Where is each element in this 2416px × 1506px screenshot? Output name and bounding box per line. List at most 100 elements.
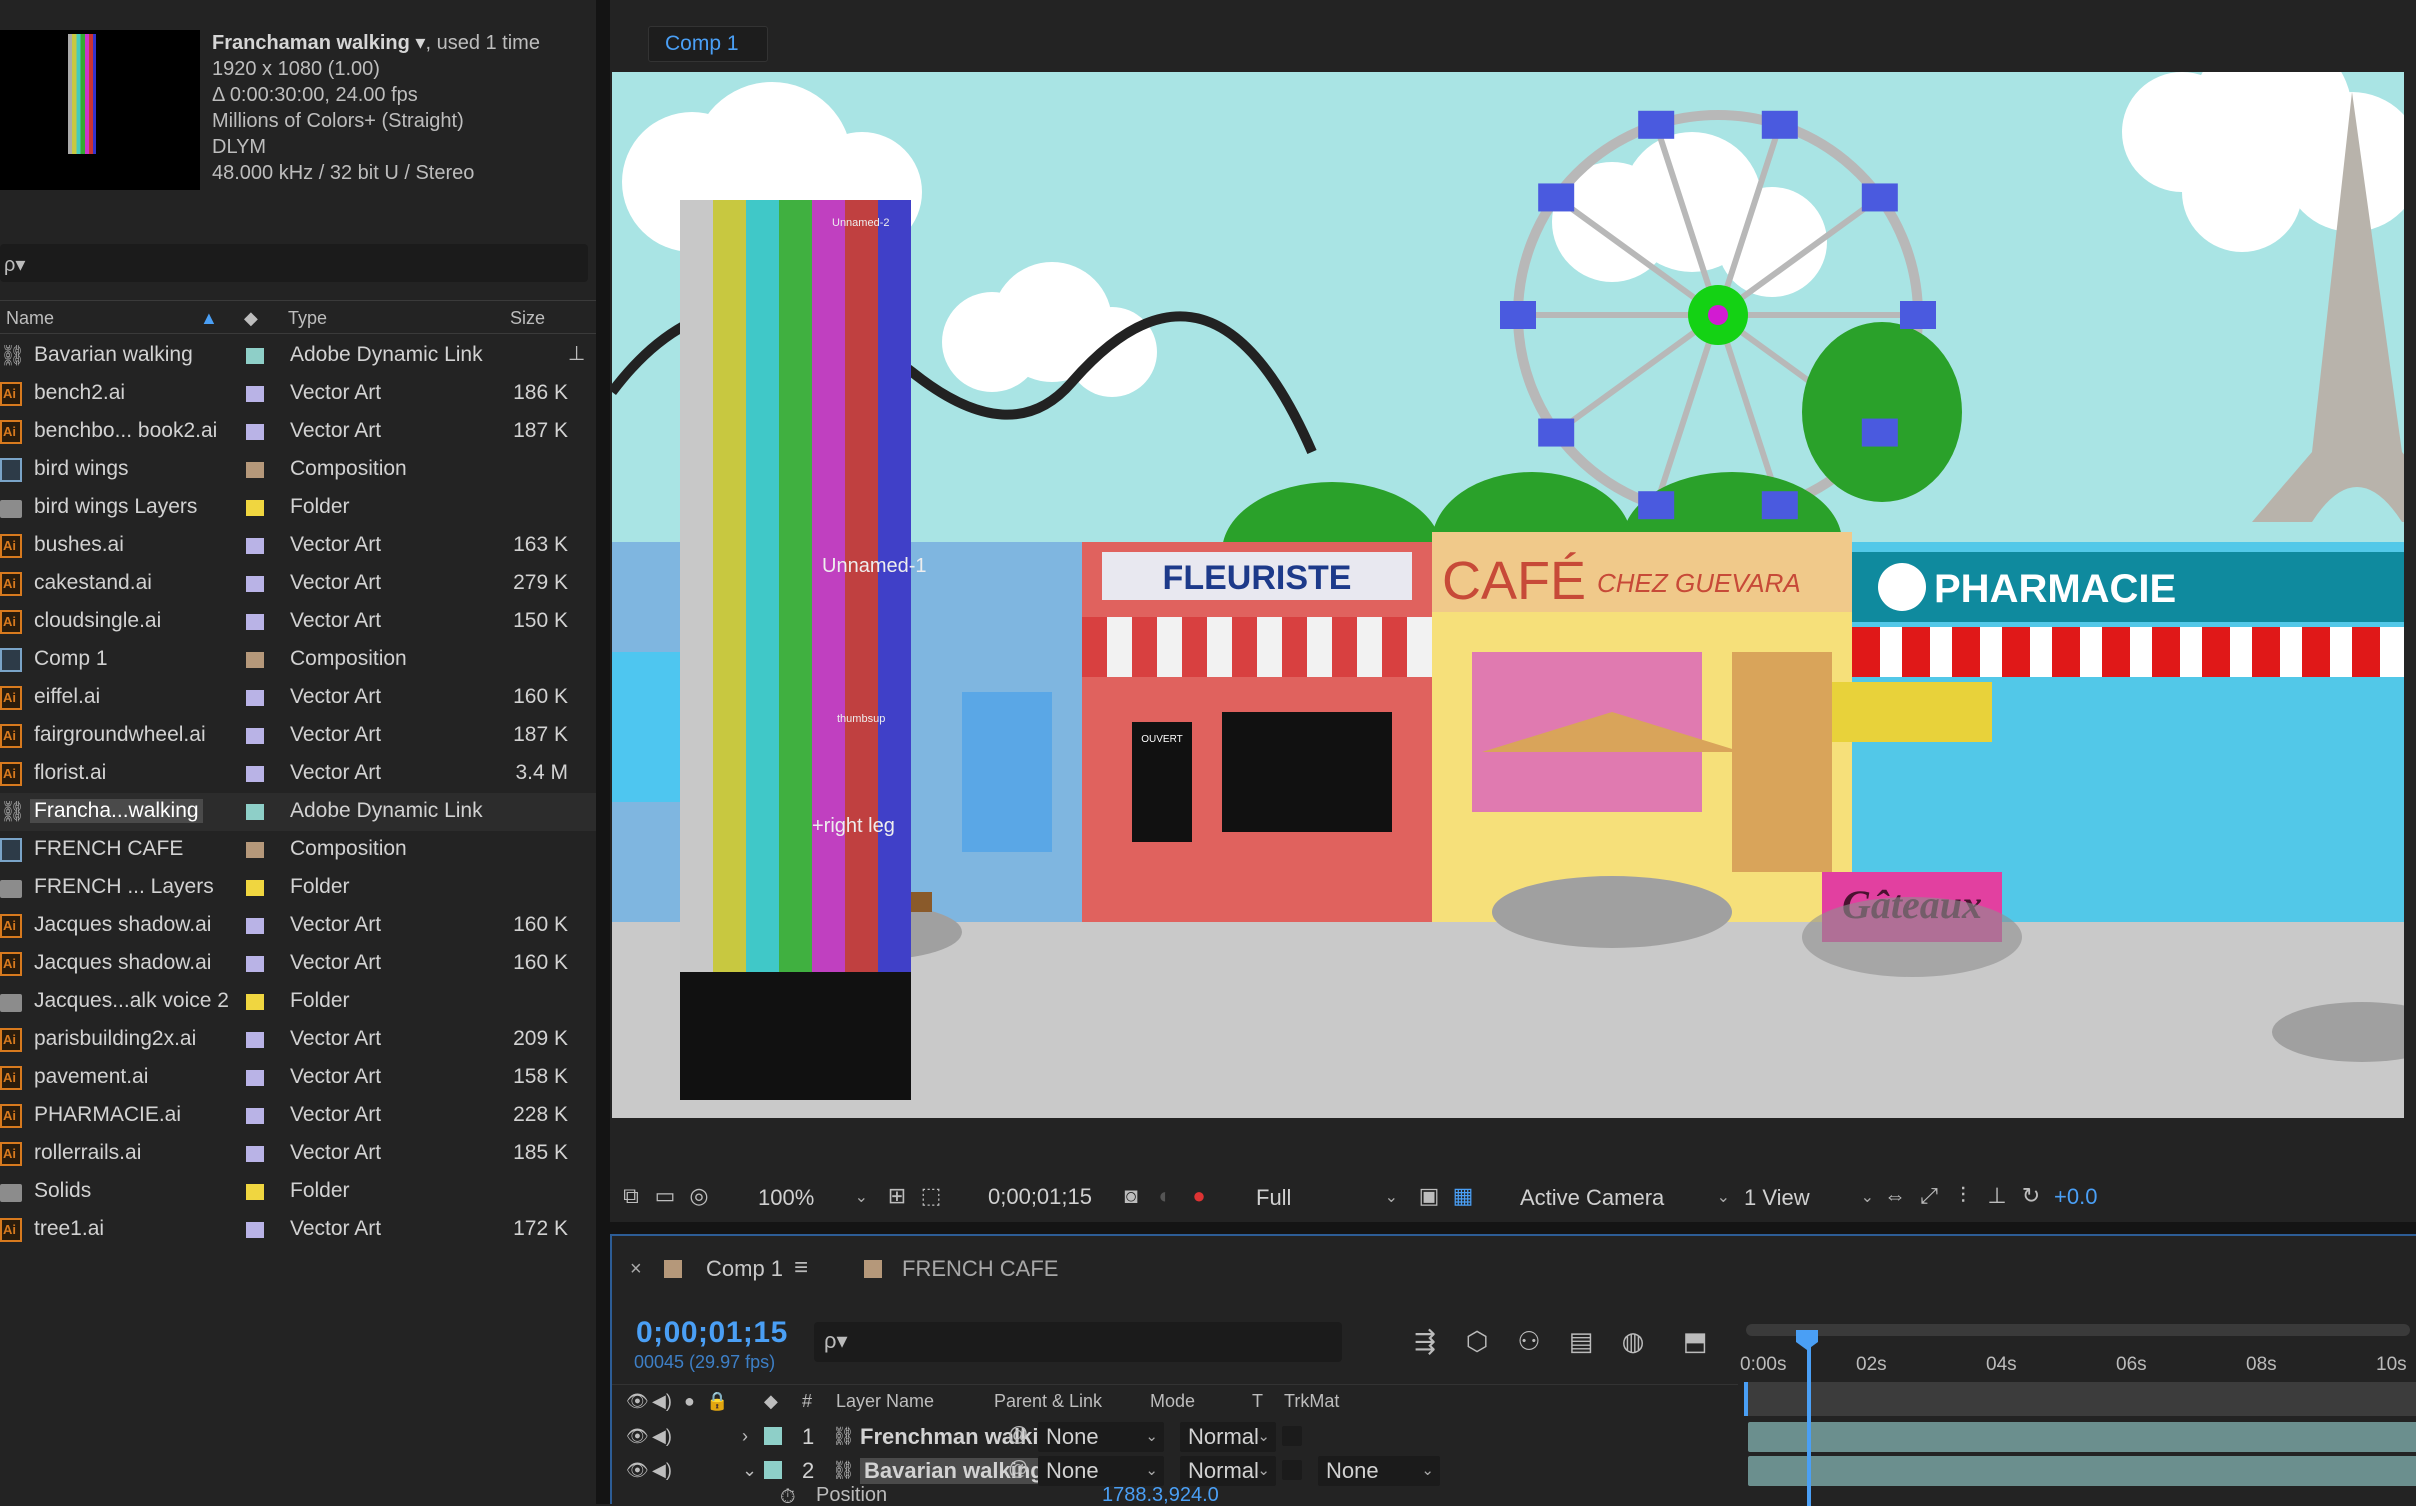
label-color-swatch[interactable] [246, 918, 264, 934]
lock-icon[interactable]: 🔒 [706, 1391, 728, 1412]
work-area-bar[interactable] [1744, 1382, 2416, 1416]
panel-divider-horizontal[interactable] [610, 1222, 2416, 1234]
snapshot-icon[interactable]: ◙ [1118, 1183, 1144, 1209]
toggle-pixel-aspect-icon[interactable]: ⇔ [1882, 1183, 1908, 1209]
label-color-swatch[interactable] [246, 500, 264, 516]
draft-3d-icon[interactable]: ⬡ [1460, 1324, 1494, 1358]
column-mode[interactable]: Mode [1150, 1391, 1195, 1412]
monitor-icon[interactable]: ▭ [652, 1183, 678, 1209]
timeline-search-input[interactable]: ρ▾ [814, 1322, 1342, 1362]
audio-switch-icon[interactable]: ◀) [652, 1391, 672, 1412]
region-of-interest-icon[interactable]: ⬚ [918, 1183, 944, 1209]
flowchart-icon[interactable]: ⊥ [1984, 1183, 2010, 1209]
audio-toggle-icon[interactable]: ◀) [652, 1460, 672, 1481]
viewer-timecode[interactable]: 0;00;01;15 [988, 1184, 1092, 1210]
parent-pickwhip-icon[interactable]: @ [1008, 1424, 1028, 1447]
project-item[interactable]: bird wings Composition [0, 451, 596, 489]
label-color-swatch[interactable] [246, 1184, 264, 1200]
project-item[interactable]: Ai pavement.ai Vector Art 158 K [0, 1059, 596, 1097]
label-color-swatch[interactable] [246, 424, 264, 440]
current-time-indicator[interactable] [1807, 1336, 1811, 1506]
project-item[interactable]: Ai fairgroundwheel.ai Vector Art 187 K [0, 717, 596, 755]
camera-dropdown[interactable]: Active Camera ⌄ [1514, 1182, 1734, 1214]
solo-icon[interactable]: ● [684, 1391, 695, 1412]
layer-duration-bar[interactable] [1748, 1422, 2416, 1452]
tab-timeline-comp-1[interactable]: Comp 1 [706, 1256, 783, 1282]
reset-exposure-icon[interactable]: ↻ [2018, 1183, 2044, 1209]
time-navigator[interactable] [1746, 1324, 2410, 1336]
current-time-display[interactable]: 0;00;01;15 [636, 1316, 788, 1350]
project-item[interactable]: Comp 1 Composition [0, 641, 596, 679]
label-color-swatch[interactable] [246, 804, 264, 820]
layer-label-color[interactable] [764, 1427, 782, 1445]
resolution-dropdown[interactable]: Full ⌄ [1250, 1182, 1402, 1214]
panel-menu-icon[interactable]: ≡ [794, 1254, 808, 1282]
stopwatch-icon[interactable]: ⏱ [780, 1486, 796, 1506]
frame-blending-icon[interactable]: ▤ [1564, 1324, 1598, 1358]
project-item[interactable]: FRENCH ... Layers Folder [0, 869, 596, 907]
project-search-input[interactable]: ρ▾ [0, 244, 588, 282]
show-snapshot-icon[interactable]: ◐ [1152, 1183, 1178, 1209]
project-item[interactable]: FRENCH CAFE Composition [0, 831, 596, 869]
dropdown-icon[interactable]: ▾ [410, 32, 425, 54]
flowchart-icon[interactable]: ⊥ [568, 341, 585, 366]
tab-french-cafe[interactable]: FRENCH CAFE [902, 1256, 1058, 1282]
label-tag-icon[interactable]: ◆ [764, 1391, 778, 1412]
channels-icon[interactable]: ● [1186, 1183, 1212, 1209]
mask-icon[interactable]: ◎ [686, 1183, 712, 1209]
zoom-dropdown[interactable]: 100% ⌄ [752, 1182, 872, 1214]
layer-duration-bar[interactable] [1748, 1456, 2416, 1486]
sort-ascending-icon[interactable]: ▲ [200, 308, 218, 329]
video-visibility-icon[interactable]: 👁 [626, 1426, 649, 1447]
parent-pickwhip-icon[interactable]: @ [1008, 1458, 1028, 1481]
property-row-position[interactable]: ⏱ Position 1788.3,924.0 [612, 1486, 2416, 1506]
layer-row[interactable]: 👁 ◀) ⌄ 2 ⛓ Bavarian walking @ None ⌄ Normal ⌄ None ⌄ [612, 1454, 1738, 1488]
label-color-swatch[interactable] [246, 348, 264, 364]
tab-comp-1[interactable]: Comp 1 [648, 26, 768, 62]
view-layout-dropdown[interactable]: 1 View ⌄ [1738, 1182, 1878, 1214]
project-item[interactable]: Ai rollerrails.ai Vector Art 185 K [0, 1135, 596, 1173]
project-item[interactable]: bird wings Layers Folder [0, 489, 596, 527]
column-layer-name[interactable]: Layer Name [836, 1391, 934, 1412]
label-color-swatch[interactable] [246, 1222, 264, 1238]
project-item[interactable]: Ai benchbo... book2.ai Vector Art 187 K [0, 413, 596, 451]
label-color-swatch[interactable] [246, 766, 264, 782]
composition-canvas[interactable]: FLEURISTE OUVERT CAFÉ CHEZ GUEVARA PHARM… [612, 72, 2404, 1118]
label-tag-icon[interactable]: ◆ [244, 308, 258, 329]
project-item[interactable]: ⛓ Bavarian walking Adobe Dynamic Link ⊥ [0, 337, 596, 375]
project-item[interactable]: Ai tree1.ai Vector Art 172 K [0, 1211, 596, 1249]
motion-blur-icon[interactable]: ◍ [1616, 1324, 1650, 1358]
fast-previews-icon[interactable]: ▣ [1416, 1183, 1442, 1209]
project-item[interactable]: Ai bushes.ai Vector Art 163 K [0, 527, 596, 565]
label-color-swatch[interactable] [246, 1032, 264, 1048]
label-color-swatch[interactable] [246, 386, 264, 402]
column-t[interactable]: T [1252, 1391, 1263, 1412]
time-ruler[interactable]: 0:00s 02s 04s 06s 08s 10s [1738, 1314, 2416, 1375]
fast-draft-icon[interactable]: ⤢ [1916, 1183, 1942, 1209]
column-parent[interactable]: Parent & Link [994, 1391, 1102, 1412]
project-item[interactable]: Ai PHARMACIE.ai Vector Art 228 K [0, 1097, 596, 1135]
collapse-chevron-icon[interactable]: ⌄ [742, 1460, 757, 1481]
label-color-swatch[interactable] [246, 614, 264, 630]
layer-label-color[interactable] [764, 1461, 782, 1479]
transparency-grid-icon[interactable]: ▦ [1450, 1183, 1476, 1209]
label-color-swatch[interactable] [246, 652, 264, 668]
expand-chevron-icon[interactable]: › [742, 1426, 748, 1447]
column-number[interactable]: # [802, 1391, 812, 1412]
project-item[interactable]: Ai cloudsingle.ai Vector Art 150 K [0, 603, 596, 641]
graph-editor-icon[interactable]: ⬒ [1678, 1324, 1712, 1358]
footage-name[interactable]: Franchaman walking [212, 32, 410, 54]
project-item[interactable]: Ai Jacques shadow.ai Vector Art 160 K [0, 945, 596, 983]
label-color-swatch[interactable] [246, 1146, 264, 1162]
preserve-transparency-toggle[interactable] [1282, 1426, 1302, 1446]
label-color-swatch[interactable] [246, 994, 264, 1010]
label-color-swatch[interactable] [246, 1070, 264, 1086]
always-preview-icon[interactable]: ⧉ [618, 1183, 644, 1209]
project-item[interactable]: Ai cakestand.ai Vector Art 279 K [0, 565, 596, 603]
safe-margins-icon[interactable]: ⊞ [884, 1183, 910, 1209]
exposure-value[interactable]: +0.0 [2054, 1184, 2097, 1210]
close-icon[interactable]: × [630, 1258, 642, 1281]
project-item[interactable]: Jacques...alk voice 2 Folder [0, 983, 596, 1021]
layer-name[interactable]: Frenchman walking [860, 1424, 1065, 1450]
mode-dropdown[interactable]: Normal ⌄ [1180, 1422, 1276, 1452]
